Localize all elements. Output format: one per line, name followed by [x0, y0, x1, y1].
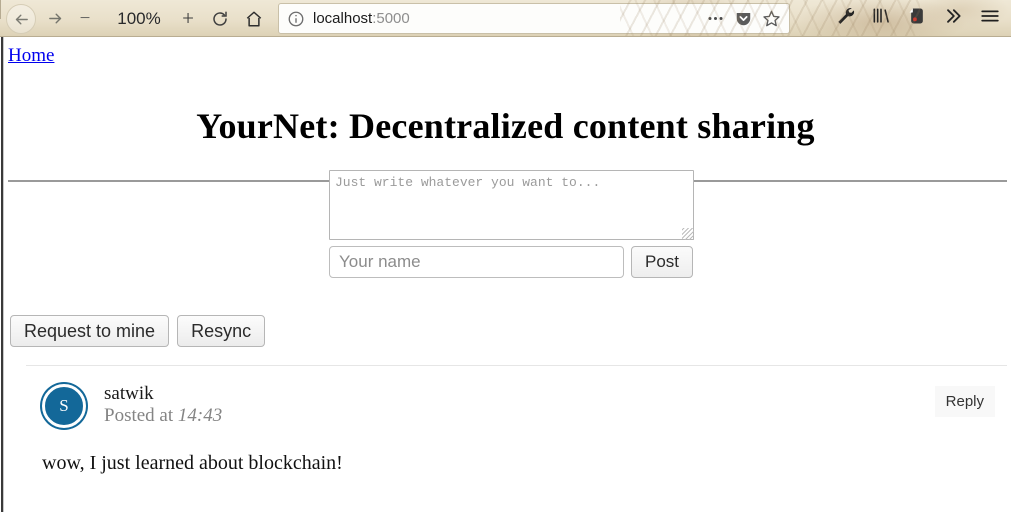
hamburger-menu-icon[interactable]	[979, 5, 1001, 32]
compose-row: Post	[329, 246, 699, 278]
star-icon[interactable]	[762, 9, 781, 28]
url-text: localhost:5000	[313, 10, 410, 27]
pocket-icon[interactable]	[734, 9, 753, 28]
page-title: YourNet: Decentralized content sharing	[196, 106, 815, 147]
home-icon[interactable]	[240, 0, 268, 36]
url-port: :5000	[372, 10, 410, 27]
browser-window: − 100% + localhost:5000 Home YourNet: De…	[0, 0, 1011, 512]
resync-button[interactable]: Resync	[177, 315, 266, 347]
name-input[interactable]	[329, 246, 624, 278]
url-host: localhost	[313, 10, 373, 27]
reload-icon[interactable]	[206, 0, 234, 36]
posted-prefix: Posted at	[104, 405, 178, 426]
home-link[interactable]: Home	[8, 45, 54, 67]
browser-toolbar: − 100% + localhost:5000	[0, 0, 1011, 37]
evernote-icon[interactable]	[907, 6, 927, 31]
request-to-mine-button[interactable]: Request to mine	[10, 315, 170, 347]
zoom-in-button[interactable]: +	[176, 0, 200, 36]
url-bar[interactable]: localhost:5000	[278, 3, 790, 34]
compose-textarea[interactable]	[329, 170, 694, 240]
ellipsis-icon[interactable]	[706, 9, 725, 28]
overflow-chevrons-icon[interactable]	[943, 6, 963, 31]
post-item: S satwik Posted at 14:43 Reply wow, I ju…	[26, 366, 1007, 475]
library-icon[interactable]	[871, 6, 891, 31]
post-header: S satwik Posted at 14:43	[26, 382, 1007, 428]
back-arrow-icon[interactable]	[6, 4, 36, 34]
reply-button[interactable]: Reply	[934, 386, 995, 417]
urlbar-actions	[706, 9, 781, 28]
post-timestamp: Posted at 14:43	[104, 404, 222, 427]
toolbar-extensions	[835, 0, 1011, 36]
avatar: S	[42, 384, 86, 428]
page-viewport: Home YourNet: Decentralized content shar…	[4, 37, 1011, 512]
wrench-icon[interactable]	[835, 6, 855, 31]
post-meta: satwik Posted at 14:43	[104, 382, 222, 427]
post-button[interactable]: Post	[631, 246, 694, 278]
zoom-out-button[interactable]: −	[74, 0, 96, 36]
post-list: S satwik Posted at 14:43 Reply wow, I ju…	[26, 365, 1007, 475]
post-body: wow, I just learned about blockchain!	[42, 452, 343, 474]
node-actions: Request to mine Resync	[10, 315, 266, 347]
forward-arrow-icon[interactable]	[42, 0, 68, 36]
posted-time: 14:43	[177, 405, 223, 426]
compose-form: Post	[329, 170, 699, 278]
zoom-level-label[interactable]: 100%	[106, 0, 172, 36]
toolbar-separator	[0, 0, 1, 19]
post-author: satwik	[104, 383, 154, 404]
info-circle-icon[interactable]	[287, 10, 305, 28]
